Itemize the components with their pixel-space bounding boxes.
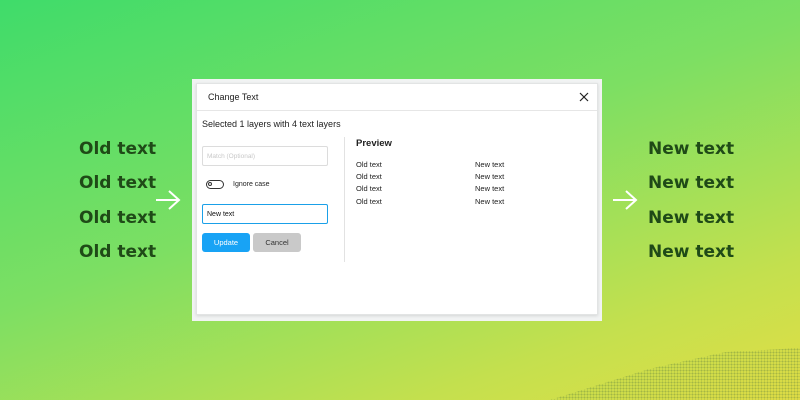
preview-old: Old text — [356, 160, 382, 169]
new-word: New text — [648, 207, 735, 228]
update-button[interactable]: Update — [202, 233, 250, 252]
column-divider — [344, 137, 345, 262]
change-text-dialog: Change Text Selected 1 layers with 4 tex… — [196, 83, 598, 315]
dialog-header: Change Text — [197, 84, 597, 111]
new-word: New text — [648, 139, 735, 159]
ignore-case-row: Ignore case — [206, 180, 270, 189]
ignore-case-toggle[interactable] — [206, 180, 224, 189]
dither-texture — [550, 348, 800, 400]
dialog-title: Change Text — [208, 92, 259, 102]
old-word: Old text — [79, 241, 157, 262]
preview-row: Old text New text — [356, 171, 504, 183]
preview-new: New text — [475, 184, 505, 194]
preview-old: Old text — [356, 184, 382, 194]
match-input[interactable] — [202, 146, 328, 166]
preview-new: New text — [475, 160, 505, 169]
preview-row: Old text New text — [356, 183, 504, 195]
new-word: New text — [648, 173, 735, 194]
new-words-column: New text New text New text New text — [648, 136, 734, 273]
replace-input[interactable] — [202, 204, 328, 224]
cancel-button[interactable]: Cancel — [253, 233, 301, 252]
ignore-case-label: Ignore case — [233, 181, 270, 188]
close-icon[interactable] — [577, 90, 591, 104]
preview-new: New text — [475, 172, 505, 182]
preview-row: Old text New text — [356, 196, 504, 208]
dialog-frame: Change Text Selected 1 layers with 4 tex… — [192, 79, 602, 321]
toggle-knob — [208, 182, 212, 186]
preview-title: Preview — [356, 138, 392, 149]
old-word: Old text — [79, 207, 157, 228]
preview-old: Old text — [356, 196, 382, 206]
arrow-right-icon — [612, 189, 638, 216]
selection-summary: Selected 1 layers with 4 text layers — [202, 119, 341, 129]
old-word: Old text — [79, 173, 157, 194]
old-words-column: Old text Old text Old text Old text — [79, 136, 156, 273]
preview-new: New text — [475, 196, 505, 206]
old-word: Old text — [79, 139, 157, 159]
arrow-right-icon — [155, 189, 181, 216]
preview-table: Old text New text Old text New text Old … — [356, 159, 504, 208]
preview-row: Old text New text — [356, 159, 504, 171]
new-word: New text — [648, 241, 735, 262]
preview-old: Old text — [356, 172, 382, 182]
